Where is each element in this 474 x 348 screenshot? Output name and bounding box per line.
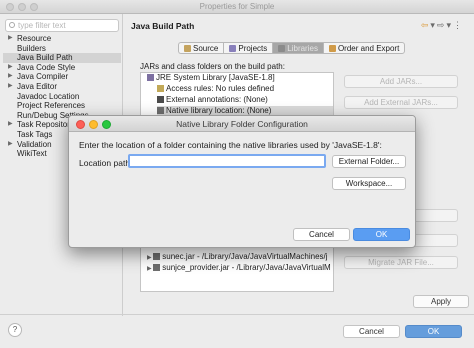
minimize-button[interactable] <box>18 3 26 11</box>
tree-item-java-editor[interactable]: ▶ Java Editor <box>3 82 121 92</box>
dialog-ok-button[interactable]: OK <box>353 228 410 241</box>
external-annotations-item[interactable]: External annotations: (None) <box>157 95 268 105</box>
properties-cancel-button[interactable]: Cancel <box>343 325 400 338</box>
back-arrow-icon[interactable]: ⇦ <box>421 20 431 30</box>
external-folder-button[interactable]: External Folder... <box>332 155 406 168</box>
properties-titlebar: Properties for Simple <box>0 0 474 14</box>
tree-item-resource[interactable]: ▶ Resource <box>3 34 121 44</box>
footer-divider <box>0 314 474 315</box>
properties-ok-button[interactable]: OK <box>405 325 462 338</box>
disclosure-arrow-icon[interactable]: ▶ <box>8 120 13 130</box>
jar-icon <box>153 253 161 260</box>
tab-order-and-export[interactable]: Order and Export <box>322 42 406 54</box>
location-path-label: Location path: <box>79 158 133 168</box>
sunec-jar-item[interactable]: ▶ sunec.jar - /Library/Java/JavaVirtualM… <box>147 252 328 262</box>
jar-icon <box>153 264 161 271</box>
source-folder-icon <box>184 44 191 52</box>
native-library-dialog: Native Library Folder Configuration Ente… <box>68 115 416 248</box>
search-icon <box>9 22 15 28</box>
jre-library-item[interactable]: JRE System Library [JavaSE-1.8] <box>147 73 275 83</box>
filter-placeholder: type filter text <box>18 21 66 30</box>
dialog-cancel-button[interactable]: Cancel <box>293 228 350 241</box>
tree-item-java-build-path[interactable]: Java Build Path <box>3 53 121 63</box>
apply-button[interactable]: Apply <box>413 295 469 308</box>
disclosure-arrow-icon[interactable]: ▶ <box>8 34 13 44</box>
workspace-button[interactable]: Workspace... <box>332 177 406 190</box>
page-header: Java Build Path ⇦▾⇨▾⋮ <box>125 14 474 36</box>
add-external-jars-button[interactable]: Add External JARs... <box>344 96 458 109</box>
dialog-title: Native Library Folder Configuration <box>176 119 308 129</box>
sunjce-jar-item[interactable]: ▶ sunjce_provider.jar - /Library/Java/Ja… <box>147 263 331 273</box>
tree-item-javadoc-location[interactable]: Javadoc Location <box>3 92 121 102</box>
access-rules-icon <box>157 85 164 92</box>
migrate-jar-button[interactable]: Migrate JAR File... <box>344 256 458 269</box>
dialog-titlebar: Native Library Folder Configuration <box>69 116 415 132</box>
view-menu-icon[interactable]: ⋮ <box>453 20 464 30</box>
tree-item-project-references[interactable]: Project References <box>3 101 121 111</box>
disclosure-arrow-icon[interactable]: ▶ <box>8 82 13 92</box>
history-navigation: ⇦▾⇨▾⋮ <box>421 20 464 31</box>
add-jars-button[interactable]: Add JARs... <box>344 75 458 88</box>
tree-item-java-code-style[interactable]: ▶ Java Code Style <box>3 63 121 73</box>
tree-item-builders[interactable]: Builders <box>3 44 121 54</box>
disclosure-arrow-icon[interactable]: ▶ <box>8 63 13 73</box>
location-path-input[interactable] <box>128 154 326 168</box>
tab-libraries[interactable]: Libraries <box>272 42 323 54</box>
page-title: Java Build Path <box>131 21 195 31</box>
close-button[interactable] <box>6 3 14 11</box>
filter-input[interactable]: type filter text <box>5 19 119 32</box>
library-icon <box>147 74 154 81</box>
tab-projects[interactable]: Projects <box>223 42 273 54</box>
zoom-button[interactable] <box>30 3 38 11</box>
build-path-tabs: Source Projects Libraries Order and Expo… <box>178 42 406 54</box>
jars-label: JARs and class folders on the build path… <box>140 62 285 71</box>
native-library-icon <box>157 107 164 114</box>
disclosure-arrow-icon[interactable]: ▶ <box>8 140 13 150</box>
tree-item-java-compiler[interactable]: ▶ Java Compiler <box>3 72 121 82</box>
help-button[interactable]: ? <box>8 323 22 337</box>
properties-window-title: Properties for Simple <box>199 2 275 11</box>
dialog-message: Enter the location of a folder containin… <box>79 140 382 150</box>
tab-source[interactable]: Source <box>178 42 224 54</box>
libraries-icon <box>278 44 286 52</box>
disclosure-arrow-icon[interactable]: ▶ <box>8 72 13 82</box>
annotations-icon <box>157 96 164 103</box>
projects-icon <box>229 44 237 52</box>
access-rules-item[interactable]: Access rules: No rules defined <box>157 84 274 94</box>
order-export-icon <box>328 44 336 52</box>
